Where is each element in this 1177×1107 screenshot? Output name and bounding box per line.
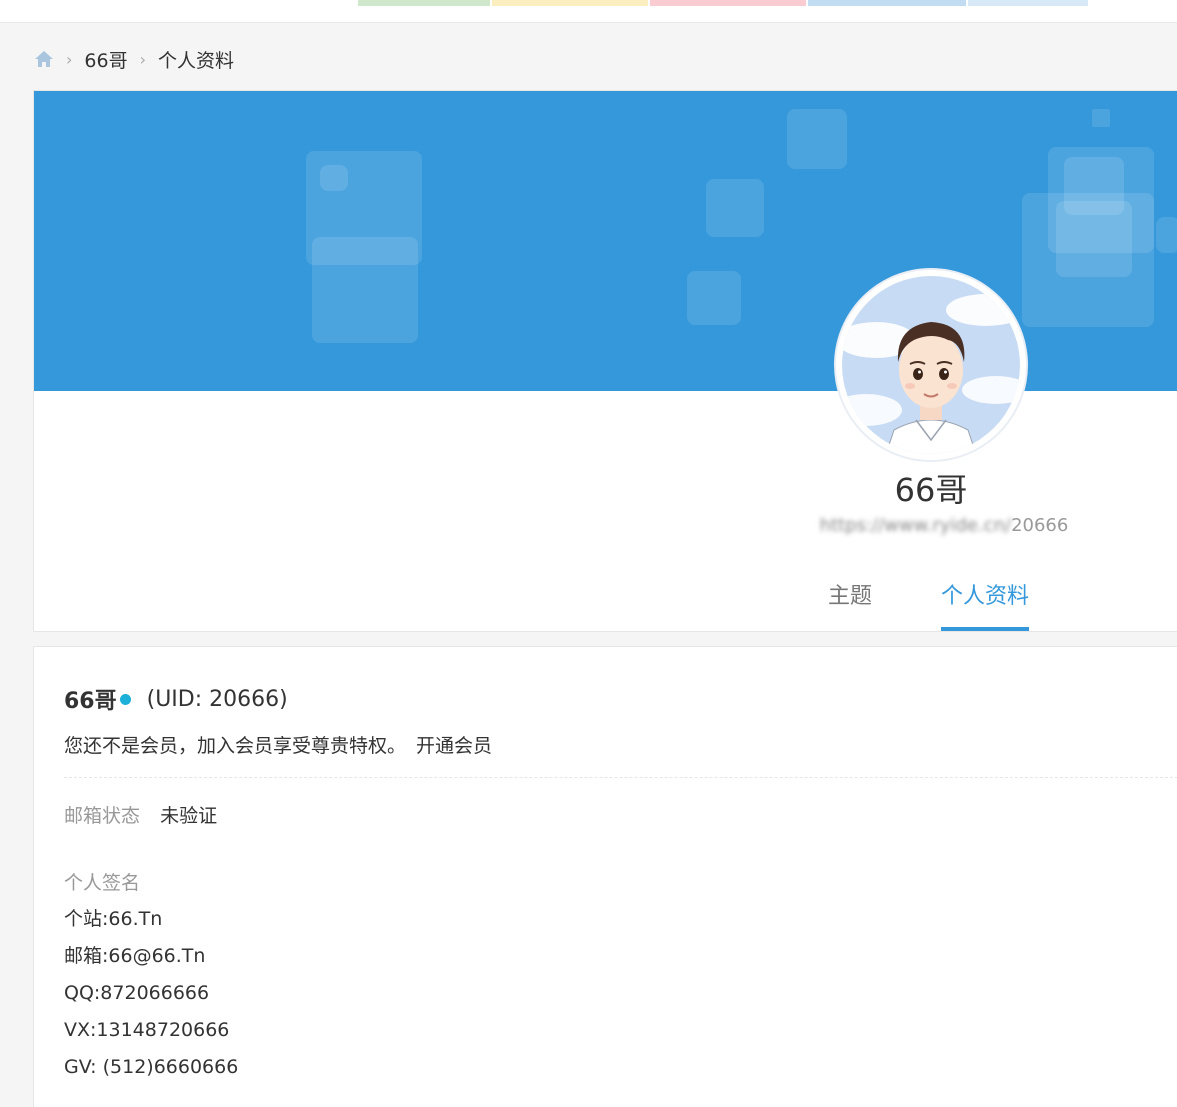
cover-decoration (1156, 217, 1177, 253)
signature-line: VX:13148720666 (64, 1019, 230, 1041)
strip-segment (358, 0, 490, 6)
profile-name: 66哥 (894, 471, 968, 509)
email-status-row: 邮箱状态 未验证 (64, 801, 217, 828)
breadcrumb: › 66哥 › 个人资料 (34, 44, 234, 74)
signature-lines: 个站:66.Tn 邮箱:66@66.Tn QQ:872066666 VX:131… (64, 905, 238, 1090)
open-membership-link[interactable]: 开通会员 (416, 735, 492, 757)
divider (64, 777, 1177, 778)
tab-topics[interactable]: 主题 (828, 579, 872, 629)
top-banner-strip (0, 0, 1177, 23)
profile-tabs: 主题 个人资料 (34, 571, 1177, 631)
profile-card: 66哥 https://www.ryide.cn/20666 主题 个人资料 (33, 90, 1177, 632)
profile-info-card: 66哥 (UID: 20666) 您还不是会员，加入会员享受尊贵特权。 开通会员 … (33, 646, 1177, 1107)
cover-decoration (312, 237, 418, 343)
cover-decoration (706, 179, 764, 237)
cover-decoration (1092, 109, 1110, 127)
signature-line: 邮箱:66@66.Tn (64, 945, 206, 967)
avatar[interactable] (836, 270, 1026, 460)
email-status-label: 邮箱状态 (64, 805, 141, 827)
cover-decoration (320, 165, 348, 191)
profile-url[interactable]: https://www.ryide.cn/20666 (794, 515, 1094, 536)
cover-decoration (1056, 201, 1132, 277)
strip-segment (492, 0, 648, 6)
signature-line: GV: (512)6660666 (64, 1056, 239, 1078)
user-uid: (UID: 20666) (146, 686, 288, 712)
signature-line: QQ:872066666 (64, 982, 210, 1004)
profile-url-blurred: https://www.ryide.cn/ (819, 515, 1012, 536)
strip-segment (650, 0, 806, 6)
tab-profile[interactable]: 个人资料 (941, 579, 1030, 631)
breadcrumb-item-user[interactable]: 66哥 (84, 46, 127, 73)
chevron-right-icon: › (139, 49, 146, 69)
info-username: 66哥 (64, 689, 117, 714)
strip-segment (968, 0, 1088, 6)
profile-url-suffix: 20666 (1011, 515, 1069, 536)
signature-line: 个站:66.Tn (64, 908, 163, 930)
breadcrumb-item-profile: 个人资料 (158, 49, 235, 72)
user-identity-row: 66哥 (UID: 20666) (64, 683, 288, 715)
signature-label: 个人签名 (64, 872, 141, 894)
cover-decoration (787, 109, 847, 169)
strip-segment (808, 0, 966, 6)
cover-decoration (687, 271, 741, 325)
home-icon[interactable] (34, 49, 54, 69)
email-status-value: 未验证 (160, 805, 218, 827)
membership-row: 您还不是会员，加入会员享受尊贵特权。 开通会员 (64, 731, 492, 758)
online-status-icon (119, 693, 131, 705)
chevron-right-icon: › (66, 49, 73, 69)
membership-text: 您还不是会员，加入会员享受尊贵特权。 (64, 735, 407, 757)
